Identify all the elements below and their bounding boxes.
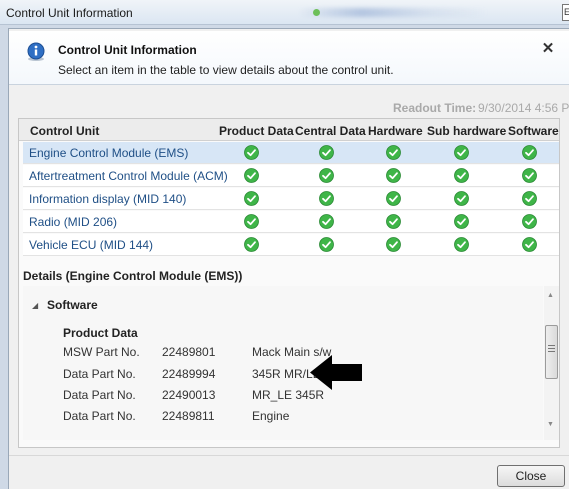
detail-description: MR_LE 345R — [252, 388, 325, 402]
status-dot-icon — [313, 9, 320, 16]
check-icon — [386, 145, 401, 160]
control-unit-name: Aftertreatment Control Module (ACM) — [29, 169, 228, 183]
check-icon — [522, 214, 537, 229]
details-title: Details (Engine Control Module (EMS)) — [23, 269, 243, 283]
section-software[interactable]: Software — [47, 298, 98, 312]
readout-time-label: Readout Time: — [393, 101, 477, 115]
grip-icon — [548, 345, 555, 352]
column-header-central-data[interactable]: Central Data — [295, 124, 366, 138]
table-row[interactable]: Vehicle ECU (MID 144) — [23, 234, 559, 256]
close-button[interactable]: Close — [497, 465, 565, 487]
check-icon — [522, 191, 537, 206]
control-unit-name: Engine Control Module (EMS) — [29, 146, 189, 160]
check-icon — [244, 168, 259, 183]
table-row[interactable]: Radio (MID 206) — [23, 211, 559, 233]
check-icon — [454, 145, 469, 160]
window-title: Control Unit Information — [6, 6, 133, 20]
check-icon — [454, 237, 469, 252]
header-subtitle: Select an item in the table to view deta… — [58, 63, 394, 77]
check-icon — [454, 191, 469, 206]
blurred-taskbar-area — [298, 8, 488, 17]
check-icon — [244, 145, 259, 160]
header-title: Control Unit Information — [58, 43, 197, 57]
detail-description: Engine — [252, 409, 290, 423]
check-icon — [454, 168, 469, 183]
left-arrow-icon — [310, 355, 362, 390]
table-row[interactable]: Engine Control Module (EMS) — [23, 142, 559, 164]
control-unit-name: Information display (MID 140) — [29, 192, 187, 206]
check-icon — [319, 145, 334, 160]
check-icon — [244, 214, 259, 229]
adjacent-window-edge: E — [562, 4, 569, 21]
check-icon — [319, 191, 334, 206]
detail-part-number: 22489811 — [162, 409, 215, 423]
detail-label: Data Part No. — [63, 367, 136, 381]
check-icon — [319, 214, 334, 229]
detail-label: Data Part No. — [63, 388, 136, 402]
collapse-triangle-icon[interactable]: ◢ — [32, 301, 38, 310]
check-icon — [386, 214, 401, 229]
control-unit-name: Vehicle ECU (MID 144) — [29, 238, 154, 252]
scroll-down-icon[interactable]: ▼ — [547, 421, 554, 428]
detail-label: MSW Part No. — [63, 345, 140, 359]
control-unit-name: Radio (MID 206) — [29, 215, 118, 229]
check-icon — [319, 237, 334, 252]
check-icon — [522, 237, 537, 252]
column-header-software[interactable]: Software — [508, 124, 559, 138]
check-icon — [386, 237, 401, 252]
check-icon — [244, 191, 259, 206]
check-icon — [386, 191, 401, 206]
check-icon — [319, 168, 334, 183]
info-icon — [27, 42, 45, 61]
dialog-footer — [9, 455, 569, 489]
check-icon — [522, 168, 537, 183]
close-icon[interactable]: ✕ — [541, 41, 555, 56]
check-icon — [522, 145, 537, 160]
table-row[interactable]: Information display (MID 140) — [23, 188, 559, 210]
group-product-data: Product Data — [63, 326, 138, 340]
detail-part-number: 22489801 — [162, 345, 216, 359]
column-header-control-unit[interactable]: Control Unit — [30, 124, 99, 138]
table-row[interactable]: Aftertreatment Control Module (ACM) — [23, 165, 559, 187]
check-icon — [454, 214, 469, 229]
column-header-product-data[interactable]: Product Data — [219, 124, 294, 138]
check-icon — [386, 168, 401, 183]
check-icon — [244, 237, 259, 252]
detail-part-number: 22489994 — [162, 367, 216, 381]
scroll-up-icon[interactable]: ▲ — [547, 292, 554, 299]
column-header-sub-hardware[interactable]: Sub hardware — [427, 124, 506, 138]
scrollbar-thumb[interactable] — [545, 325, 558, 379]
readout-time-value: 9/30/2014 4:56 PM — [478, 101, 569, 115]
detail-part-number: 22490013 — [162, 388, 216, 402]
detail-label: Data Part No. — [63, 409, 136, 423]
column-header-hardware[interactable]: Hardware — [368, 124, 423, 138]
